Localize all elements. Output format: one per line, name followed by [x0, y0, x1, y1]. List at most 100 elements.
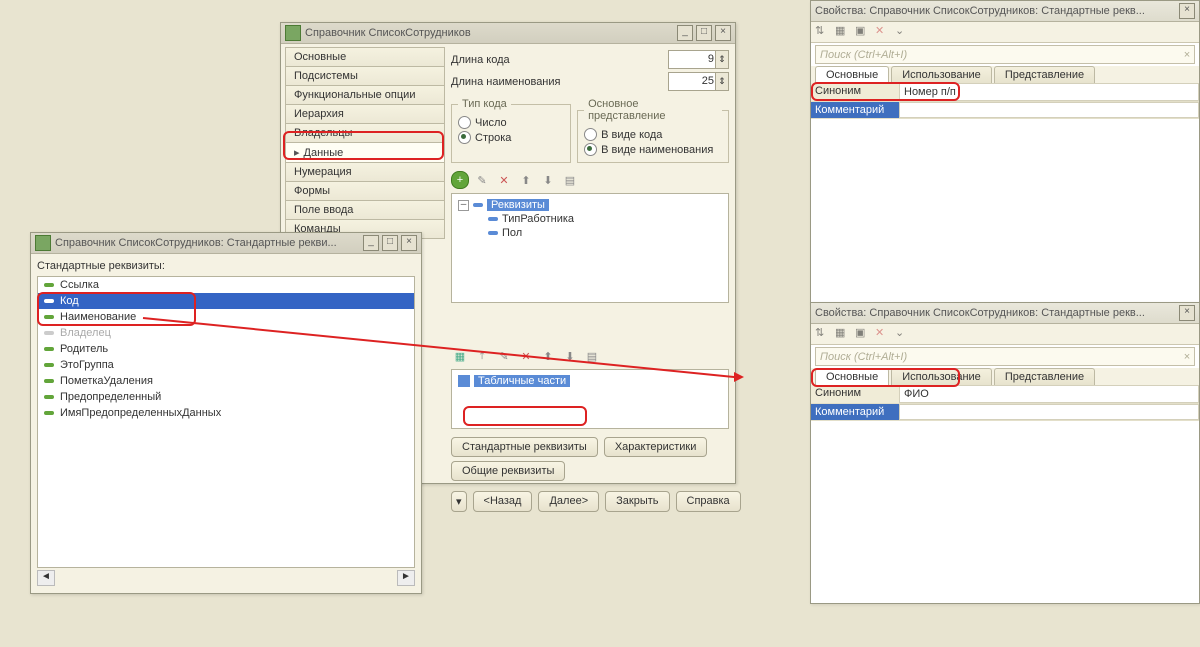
tree-root[interactable]: Реквизиты: [487, 199, 549, 211]
down-icon[interactable]: ⬇: [539, 171, 557, 189]
tab-formy[interactable]: Формы: [285, 181, 445, 200]
tab-vladeltsy[interactable]: Владельцы: [285, 123, 445, 142]
chevron-right-icon: ▸: [294, 147, 300, 159]
clear-icon[interactable]: ✕: [875, 24, 891, 40]
tab-dannye[interactable]: ▸Данные: [285, 142, 445, 162]
tabparts-root[interactable]: Табличные части: [474, 375, 570, 387]
clear-search-icon[interactable]: ×: [1184, 351, 1190, 363]
synonym-input[interactable]: Номер п/п: [899, 83, 1199, 101]
minimize-button[interactable]: _: [363, 235, 379, 251]
list-item: ПометкаУдаления: [38, 373, 414, 389]
code-type-fieldset: Тип кода Число Строка: [451, 98, 571, 163]
edit-icon[interactable]: ✎: [473, 171, 491, 189]
expand-icon[interactable]: ⌄: [895, 326, 911, 342]
next-button[interactable]: Далее>: [538, 491, 599, 512]
main-titlebar[interactable]: Справочник СписокСотрудников _ □ ×: [281, 23, 735, 44]
clear-icon[interactable]: ✕: [875, 326, 891, 342]
tab-numeratsiya[interactable]: Нумерация: [285, 162, 445, 181]
cat-icon[interactable]: ▦: [835, 326, 851, 342]
std-requisites-button[interactable]: Стандартные реквизиты: [451, 437, 598, 457]
prop-search[interactable]: Поиск (Ctrl+Alt+I)×: [815, 347, 1195, 366]
list-label: Стандартные реквизиты:: [37, 260, 415, 272]
edit-icon[interactable]: ✎: [495, 347, 513, 365]
prop-row-comment: Комментарий: [811, 404, 1199, 421]
minimize-button[interactable]: _: [677, 25, 693, 41]
radio-as-name[interactable]: В виде наименования: [584, 143, 722, 156]
tab-podsistemy[interactable]: Подсистемы: [285, 66, 445, 85]
radio-as-code[interactable]: В виде кода: [584, 128, 722, 141]
close-button[interactable]: Закрыть: [605, 491, 669, 512]
close-button[interactable]: ×: [715, 25, 731, 41]
std-requisites-dialog: Справочник СписокСотрудников: Стандартны…: [30, 232, 422, 594]
prop-row-synonym: Синоним ФИО: [811, 385, 1199, 404]
code-len-label: Длина кода: [451, 54, 668, 66]
sort-icon[interactable]: ⇅: [815, 326, 831, 342]
close-icon[interactable]: ×: [1179, 3, 1195, 19]
comment-input[interactable]: [899, 102, 1199, 118]
add-icon[interactable]: +: [451, 171, 469, 189]
prop-row-synonym: Синоним Номер п/п: [811, 83, 1199, 102]
name-len-input[interactable]: 25: [668, 72, 729, 91]
actions-menu-button[interactable]: ▾: [451, 491, 467, 512]
tree-item[interactable]: Пол: [502, 227, 522, 239]
prop-row-comment: Комментарий: [811, 102, 1199, 119]
radio-number[interactable]: Число: [458, 116, 564, 129]
expand-icon[interactable]: ⌄: [895, 24, 911, 40]
tab-ispolzovanie[interactable]: Использование: [891, 368, 992, 385]
main-repr-legend: Основное представление: [584, 98, 722, 122]
radio-string[interactable]: Строка: [458, 131, 564, 144]
name-len-label: Длина наименования: [451, 76, 668, 88]
prop-key: Синоним: [811, 83, 899, 101]
collapse-icon[interactable]: –: [458, 200, 469, 211]
list-item: Родитель: [38, 341, 414, 357]
list-item: ЭтоГруппа: [38, 357, 414, 373]
list-item: Ссылка: [38, 277, 414, 293]
scroll-left-icon[interactable]: ◄: [37, 570, 55, 586]
requisites-tree[interactable]: – Реквизиты ТипРаботника Пол: [451, 193, 729, 303]
comment-input[interactable]: [899, 404, 1199, 420]
left-titlebar[interactable]: Справочник СписокСотрудников: Стандартны…: [31, 233, 421, 254]
common-requisites-button[interactable]: Общие реквизиты: [451, 461, 565, 481]
prop1-titlebar[interactable]: Свойства: Справочник СписокСотрудников: …: [811, 1, 1199, 22]
cat-icon[interactable]: ▦: [835, 24, 851, 40]
close-button[interactable]: ×: [401, 235, 417, 251]
tab-predstavlenie[interactable]: Представление: [994, 66, 1095, 83]
prev-button[interactable]: <Назад: [473, 491, 533, 512]
close-icon[interactable]: ×: [1179, 305, 1195, 321]
maximize-button[interactable]: □: [382, 235, 398, 251]
prop-search[interactable]: Поиск (Ctrl+Alt+I)×: [815, 45, 1195, 64]
prop2-title: Свойства: Справочник СписокСотрудников: …: [815, 303, 1179, 323]
tab-osnovnye[interactable]: Основные: [815, 368, 889, 385]
left-title: Справочник СписокСотрудников: Стандартны…: [55, 233, 363, 253]
sort-icon[interactable]: ⇅: [815, 24, 831, 40]
clear-search-icon[interactable]: ×: [1184, 49, 1190, 61]
tabparts-tree[interactable]: Табличные части: [451, 369, 729, 429]
tab-osnovnye[interactable]: Основные: [815, 66, 889, 83]
std-requisites-list[interactable]: Ссылка Код Наименование Владелец Родител…: [37, 276, 415, 568]
maximize-button[interactable]: □: [696, 25, 712, 41]
h-scrollbar[interactable]: ◄ ►: [37, 570, 415, 586]
synonym-input[interactable]: ФИО: [899, 385, 1199, 403]
up-icon[interactable]: ⬆: [517, 171, 535, 189]
code-len-input[interactable]: 9: [668, 50, 729, 69]
tab-ispolzovanie[interactable]: Использование: [891, 66, 992, 83]
tab-pole-vvoda[interactable]: Поле ввода: [285, 200, 445, 219]
help-button[interactable]: Справка: [676, 491, 741, 512]
tab-func-opts[interactable]: Функциональные опции: [285, 85, 445, 104]
filter-icon[interactable]: ▣: [855, 326, 871, 342]
list-item-selected: Код: [38, 293, 414, 309]
list-icon[interactable]: ▤: [561, 171, 579, 189]
characteristics-button[interactable]: Характеристики: [604, 437, 708, 457]
delete-icon[interactable]: ✕: [495, 171, 513, 189]
main-form-area: Длина кода 9 Длина наименования 25 Тип к…: [451, 47, 729, 512]
tab-ierarkhiya[interactable]: Иерархия: [285, 104, 445, 123]
tab-predstavlenie[interactable]: Представление: [994, 368, 1095, 385]
tree-item[interactable]: ТипРаботника: [502, 213, 574, 225]
tab-osnovnye[interactable]: Основные: [285, 47, 445, 66]
filter-icon[interactable]: ▣: [855, 24, 871, 40]
main-repr-fieldset: Основное представление В виде кода В вид…: [577, 98, 729, 163]
app-icon: [35, 235, 51, 251]
scroll-right-icon[interactable]: ►: [397, 570, 415, 586]
prop2-titlebar[interactable]: Свойства: Справочник СписокСотрудников: …: [811, 303, 1199, 324]
properties-panel-name: Свойства: Справочник СписокСотрудников: …: [810, 302, 1200, 604]
